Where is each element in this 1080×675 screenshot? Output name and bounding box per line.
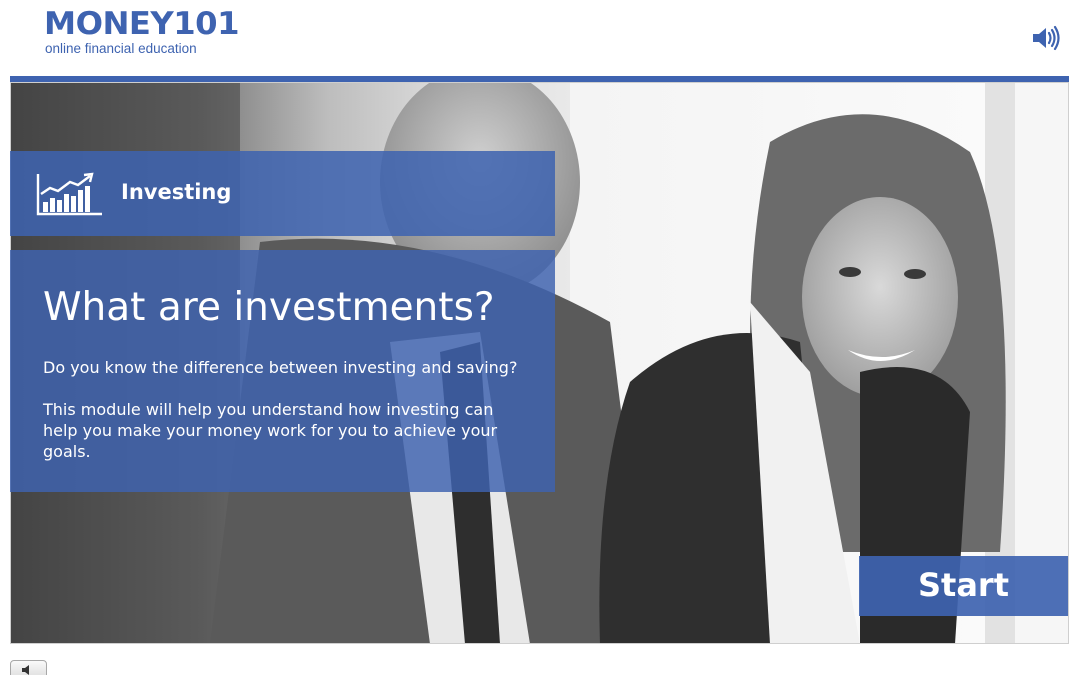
brand-logo: MONEY101 online financial education xyxy=(44,6,274,56)
logo-tagline: online financial education xyxy=(45,41,197,56)
category-label: Investing xyxy=(121,180,232,204)
module-heading: What are investments? xyxy=(43,285,495,330)
logo-wordmark: MONEY101 xyxy=(44,6,240,42)
intro-question: Do you know the difference between inves… xyxy=(43,358,518,377)
intro-description: This module will help you understand how… xyxy=(43,400,498,461)
mute-button[interactable] xyxy=(10,660,47,675)
speaker-icon xyxy=(22,665,29,675)
sound-toggle-button[interactable] xyxy=(1030,24,1062,52)
speaker-volume-icon xyxy=(1033,25,1060,51)
start-button[interactable]: Start xyxy=(859,556,1068,616)
growth-chart-icon xyxy=(36,172,104,216)
start-button-label: Start xyxy=(917,566,1009,604)
